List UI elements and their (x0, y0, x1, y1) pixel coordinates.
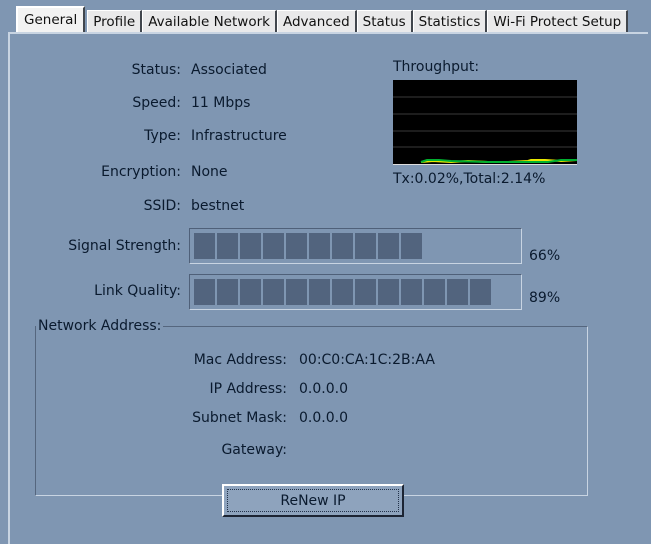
subnet-mask-label: Subnet Mask: (192, 410, 287, 426)
encryption-value: None (191, 164, 228, 180)
status-value: Associated (191, 62, 267, 78)
link-quality-segment (217, 279, 238, 305)
link-quality-percent: 89% (529, 290, 561, 306)
renew-ip-button[interactable]: ReNew IP (222, 484, 404, 517)
signal-strength-segment (263, 233, 284, 259)
speed-label: Speed: (132, 95, 181, 111)
network-address-title: Network Address: (36, 318, 164, 334)
tab-strip: General Profile Available Network Advanc… (16, 6, 629, 32)
status-label: Status: (131, 62, 181, 78)
link-quality-segment (332, 279, 353, 305)
signal-strength-segment (378, 233, 399, 259)
speed-value: 11 Mbps (191, 95, 251, 111)
signal-strength-segment (355, 233, 376, 259)
link-quality-segment (286, 279, 307, 305)
link-quality-segment (378, 279, 399, 305)
link-quality-meter (189, 274, 522, 310)
ssid-label: SSID: (143, 198, 181, 214)
link-quality-label: Link Quality: (94, 283, 181, 299)
type-label: Type: (144, 128, 181, 144)
mac-address-value: 00:C0:CA:1C:2B:AA (299, 352, 435, 368)
throughput-graph (393, 80, 577, 165)
link-quality-segment (263, 279, 284, 305)
ip-address-label: IP Address: (209, 381, 288, 397)
signal-strength-segment (309, 233, 330, 259)
encryption-label: Encryption: (101, 164, 181, 180)
signal-strength-label: Signal Strength: (68, 238, 181, 254)
link-quality-segment (424, 279, 445, 305)
tab-advanced[interactable]: Advanced (276, 10, 357, 32)
signal-strength-segment (194, 233, 215, 259)
link-quality-segment (309, 279, 330, 305)
type-value: Infrastructure (191, 128, 287, 144)
link-quality-segment (240, 279, 261, 305)
signal-strength-percent: 66% (529, 248, 561, 264)
tab-profile[interactable]: Profile (87, 10, 143, 32)
graph-gridlines (393, 96, 577, 148)
tab-statistics[interactable]: Statistics (412, 10, 488, 32)
link-quality-segment (355, 279, 376, 305)
link-quality-segment (447, 279, 468, 305)
signal-strength-segment (286, 233, 307, 259)
tab-available-network[interactable]: Available Network (142, 10, 277, 32)
link-quality-segment (194, 279, 215, 305)
throughput-summary: Tx:0.02%,Total:2.14% (393, 171, 546, 187)
gateway-label: Gateway: (221, 442, 287, 458)
renew-ip-button-label: ReNew IP (227, 489, 399, 512)
link-quality-segment (401, 279, 422, 305)
signal-strength-segment (332, 233, 353, 259)
tab-wifi-protect-setup[interactable]: Wi-Fi Protect Setup (487, 10, 629, 32)
mac-address-label: Mac Address: (193, 352, 287, 368)
subnet-mask-value: 0.0.0.0 (299, 410, 348, 426)
signal-strength-segment (217, 233, 238, 259)
signal-strength-meter (189, 228, 522, 264)
signal-strength-segment (401, 233, 422, 259)
throughput-title: Throughput: (393, 59, 480, 75)
tab-general[interactable]: General (16, 6, 86, 32)
tab-status[interactable]: Status (356, 10, 413, 32)
ssid-value: bestnet (191, 198, 245, 214)
ip-address-value: 0.0.0.0 (299, 381, 348, 397)
link-quality-segment (470, 279, 491, 305)
signal-strength-segment (240, 233, 261, 259)
